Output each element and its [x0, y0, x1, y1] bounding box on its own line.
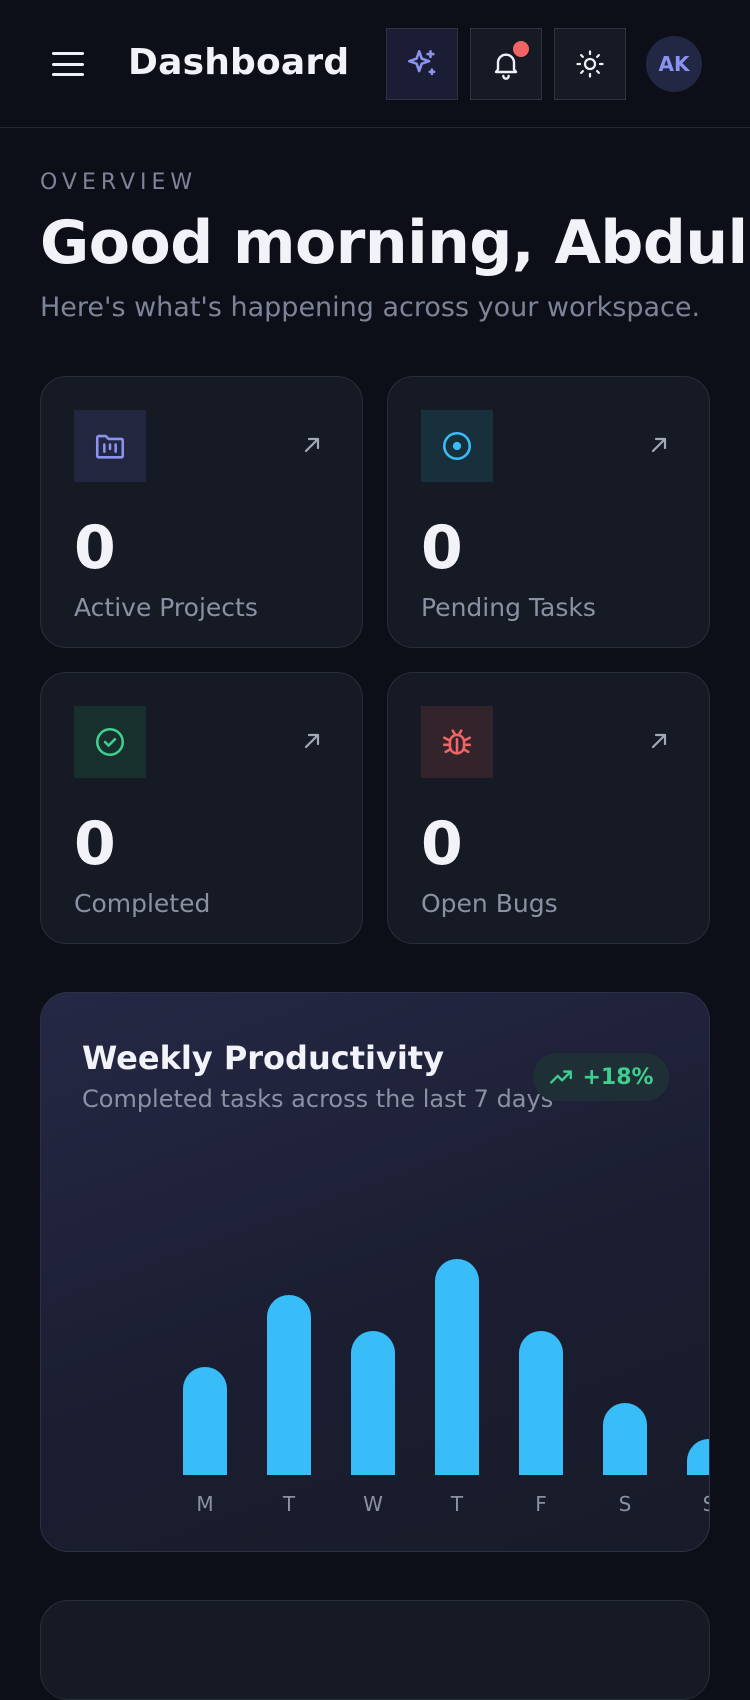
page-title: Dashboard	[128, 42, 350, 83]
greeting-subtitle: Here's what's happening across your work…	[40, 292, 701, 323]
sparkle-icon	[407, 49, 436, 76]
notifications-button[interactable]	[470, 28, 542, 100]
chart-bar-3	[435, 1259, 479, 1475]
weekly-productivity-card: Weekly Productivity Completed tasks acro…	[40, 992, 710, 1552]
chart-x-tick-label: T	[282, 1492, 296, 1516]
chart-bar-0	[183, 1367, 227, 1475]
arrow-up-right-icon	[304, 733, 320, 749]
section-overline: OVERVIEW	[40, 170, 198, 195]
stat-card-active-projects[interactable]: 0 Active Projects	[40, 376, 363, 648]
target-icon	[442, 431, 472, 461]
chart-bar-4	[519, 1331, 563, 1475]
stat-icon-tile	[74, 410, 146, 482]
stat-card-pending-tasks[interactable]: 0 Pending Tasks	[387, 376, 710, 648]
bug-icon	[442, 729, 472, 755]
user-avatar[interactable]: AK	[646, 36, 702, 92]
stat-icon-tile	[74, 706, 146, 778]
stat-value: 0	[74, 513, 116, 583]
stat-label: Completed	[74, 889, 211, 918]
folder-kanban-icon	[95, 434, 125, 459]
chart-x-tick-label: W	[363, 1492, 383, 1516]
chart-bar-5	[603, 1403, 647, 1475]
chart-x-tick-label: T	[450, 1492, 464, 1516]
stat-label: Active Projects	[74, 593, 258, 622]
stat-card-completed[interactable]: 0 Completed	[40, 672, 363, 944]
sun-icon	[576, 50, 604, 78]
notification-dot	[513, 41, 529, 57]
check-circle-icon	[95, 727, 125, 757]
stat-label: Open Bugs	[421, 889, 558, 918]
stat-icon-tile	[421, 410, 493, 482]
arrow-up-right-icon	[651, 437, 667, 453]
stat-value: 0	[421, 513, 463, 583]
ai-assistant-button[interactable]	[386, 28, 458, 100]
chart-x-tick-label: F	[535, 1492, 547, 1516]
theme-toggle-button[interactable]	[554, 28, 626, 100]
chart-x-tick-label: S	[619, 1492, 632, 1516]
stat-icon-tile	[421, 706, 493, 778]
stat-card-open-bugs[interactable]: 0 Open Bugs	[387, 672, 710, 944]
stat-value: 0	[74, 809, 116, 879]
chart-bar-1	[267, 1295, 311, 1475]
chart-x-tick-label: S	[703, 1492, 710, 1516]
stat-label: Pending Tasks	[421, 593, 596, 622]
greeting-heading: Good morning, Abdul	[40, 208, 748, 278]
stat-value: 0	[421, 809, 463, 879]
chart-x-tick-label: M	[196, 1492, 213, 1516]
chart-bar-2	[351, 1331, 395, 1475]
next-section-card	[40, 1600, 710, 1700]
arrow-up-right-icon	[304, 437, 320, 453]
productivity-bar-chart: MTWTFSS	[183, 1259, 710, 1516]
arrow-up-right-icon	[651, 733, 667, 749]
menu-icon[interactable]	[50, 48, 86, 80]
chart-bar-6	[687, 1439, 709, 1475]
app-header: Dashboard AK	[0, 0, 750, 128]
